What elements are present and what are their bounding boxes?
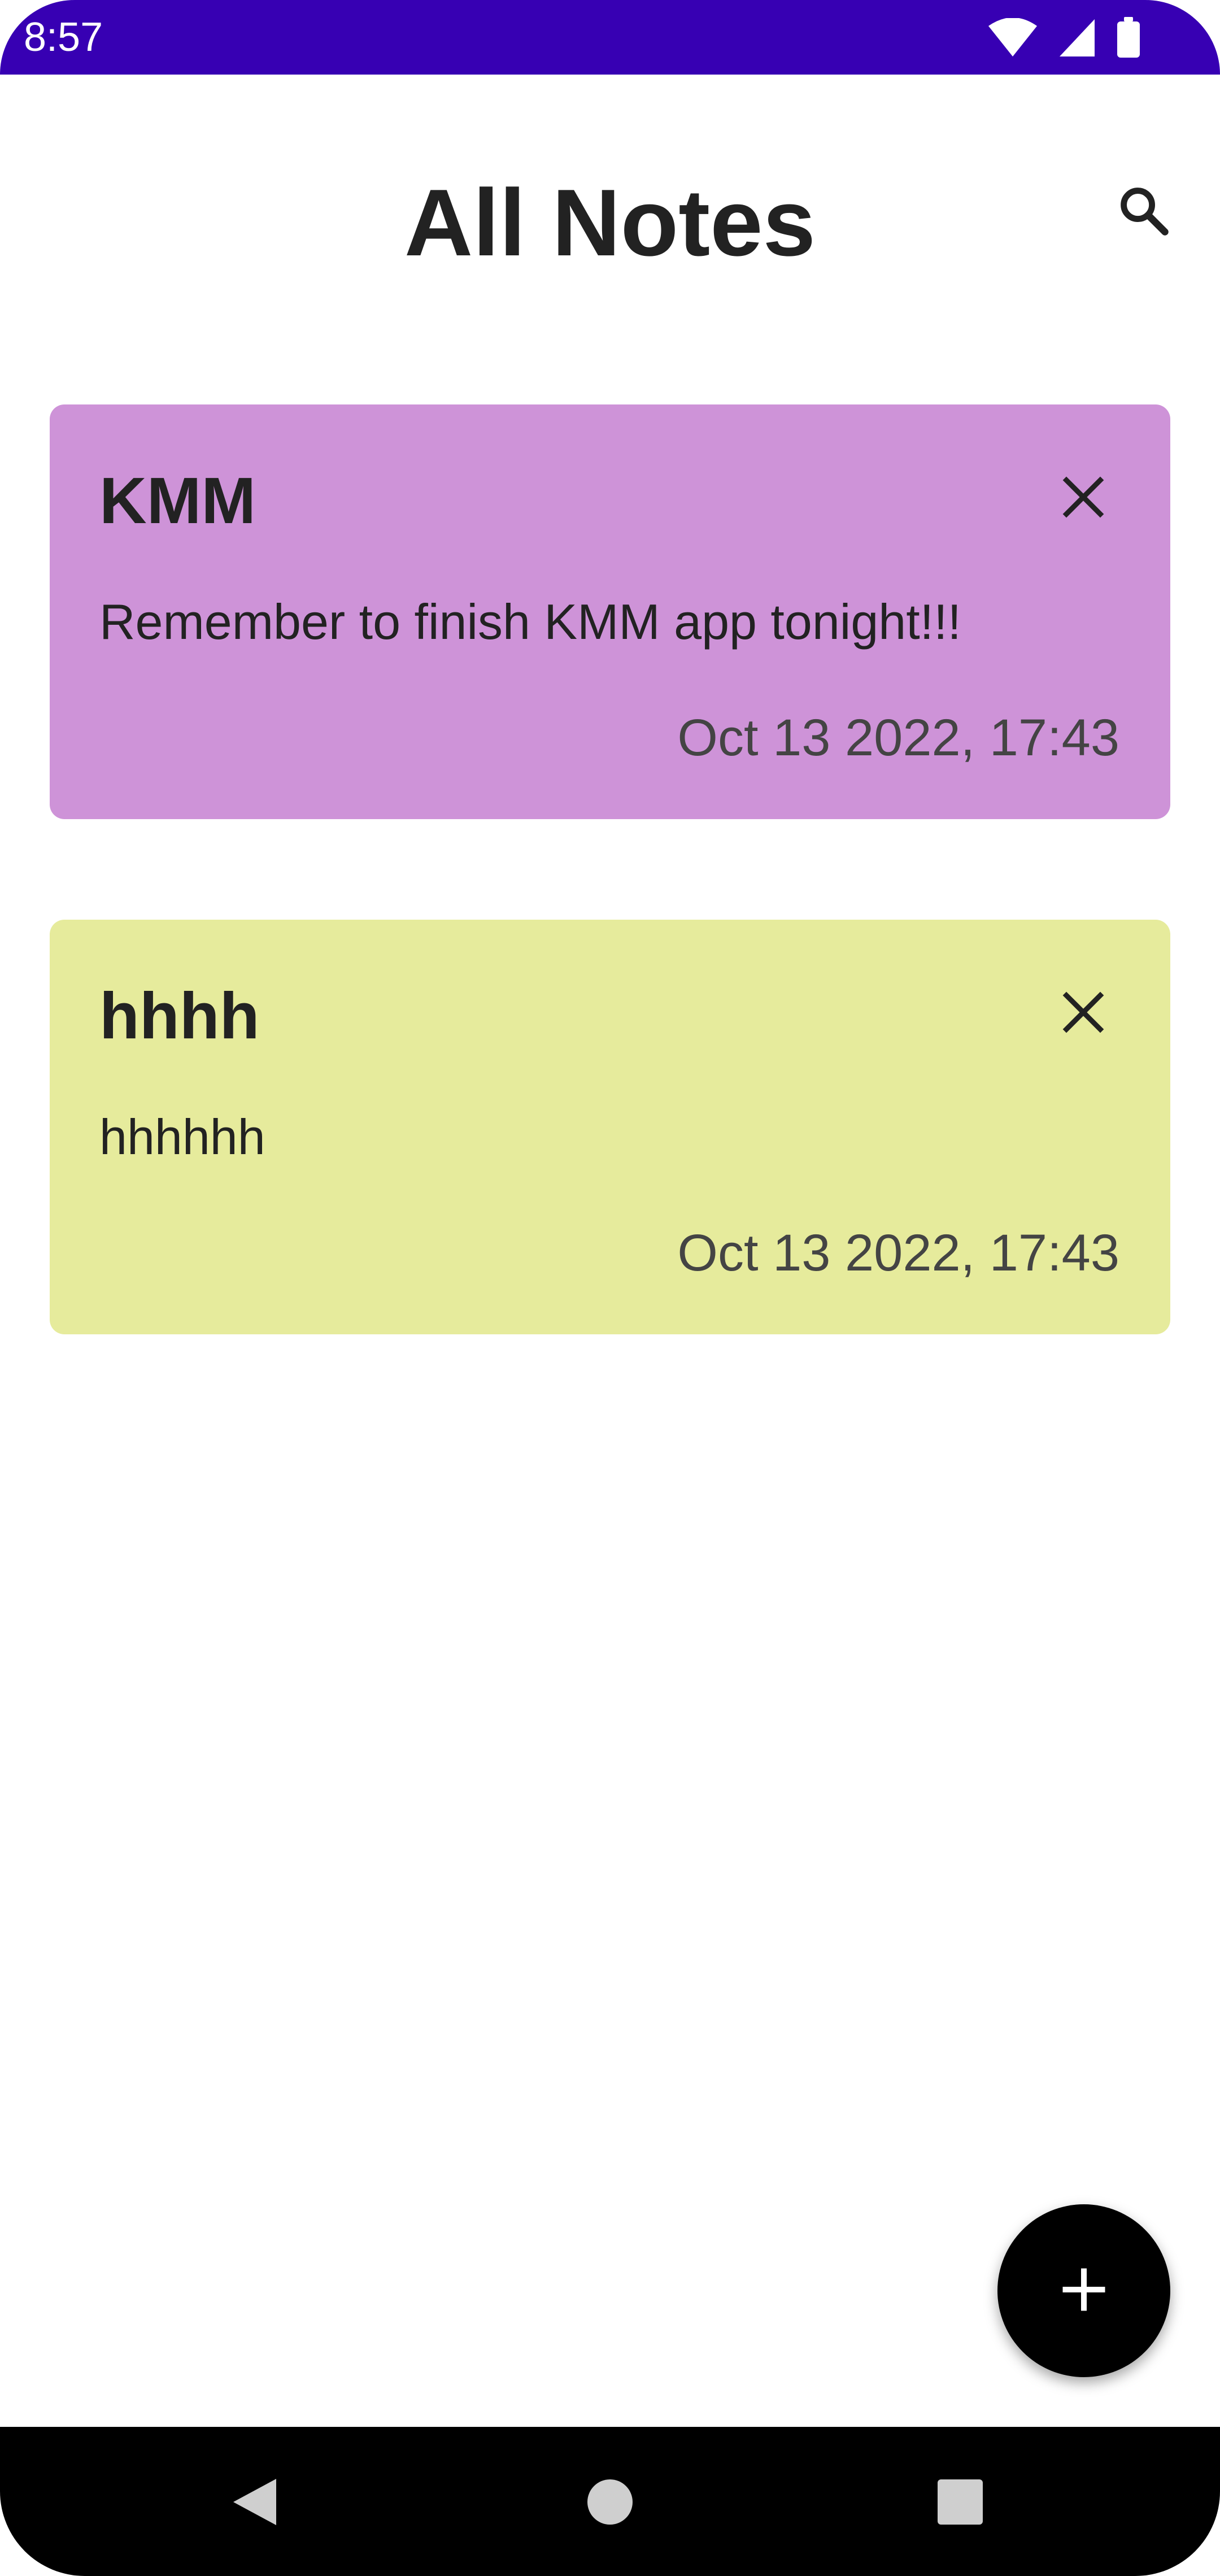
note-date: Oct 13 2022, 17:43 xyxy=(677,709,1119,767)
close-icon xyxy=(1058,472,1109,525)
note-card[interactable]: KMM Remember to finish KMM app tonight!!… xyxy=(50,404,1170,819)
add-icon xyxy=(1056,2261,1112,2321)
note-title: hhhh xyxy=(99,979,260,1052)
search-button[interactable] xyxy=(1107,175,1180,249)
note-date: Oct 13 2022, 17:43 xyxy=(677,1224,1119,1282)
home-button[interactable] xyxy=(573,2466,647,2540)
status-bar: 8:57 xyxy=(0,0,1220,75)
add-note-button[interactable] xyxy=(997,2204,1170,2377)
battery-icon xyxy=(1116,17,1141,59)
close-icon xyxy=(1058,987,1109,1041)
note-card[interactable]: hhhh hhhhhh Oct 13 2022, 17:43 xyxy=(50,920,1170,1334)
navigation-bar xyxy=(0,2427,1220,2576)
signal-icon xyxy=(1058,18,1096,58)
home-icon xyxy=(586,2478,634,2529)
note-body: Remember to finish KMM app tonight!!! xyxy=(99,594,961,650)
delete-note-button[interactable] xyxy=(1044,974,1123,1053)
status-time: 8:57 xyxy=(24,15,103,60)
back-icon xyxy=(231,2477,278,2530)
delete-note-button[interactable] xyxy=(1044,459,1123,538)
note-body: hhhhhh xyxy=(99,1109,265,1165)
recents-icon xyxy=(936,2478,984,2529)
note-title: KMM xyxy=(99,464,256,537)
wifi-icon xyxy=(987,18,1038,58)
search-icon xyxy=(1116,182,1172,242)
page-title: All Notes xyxy=(404,169,816,276)
recents-button[interactable] xyxy=(923,2466,997,2540)
back-button[interactable] xyxy=(218,2466,291,2540)
status-icons xyxy=(987,17,1141,59)
header: All Notes xyxy=(0,75,1220,368)
